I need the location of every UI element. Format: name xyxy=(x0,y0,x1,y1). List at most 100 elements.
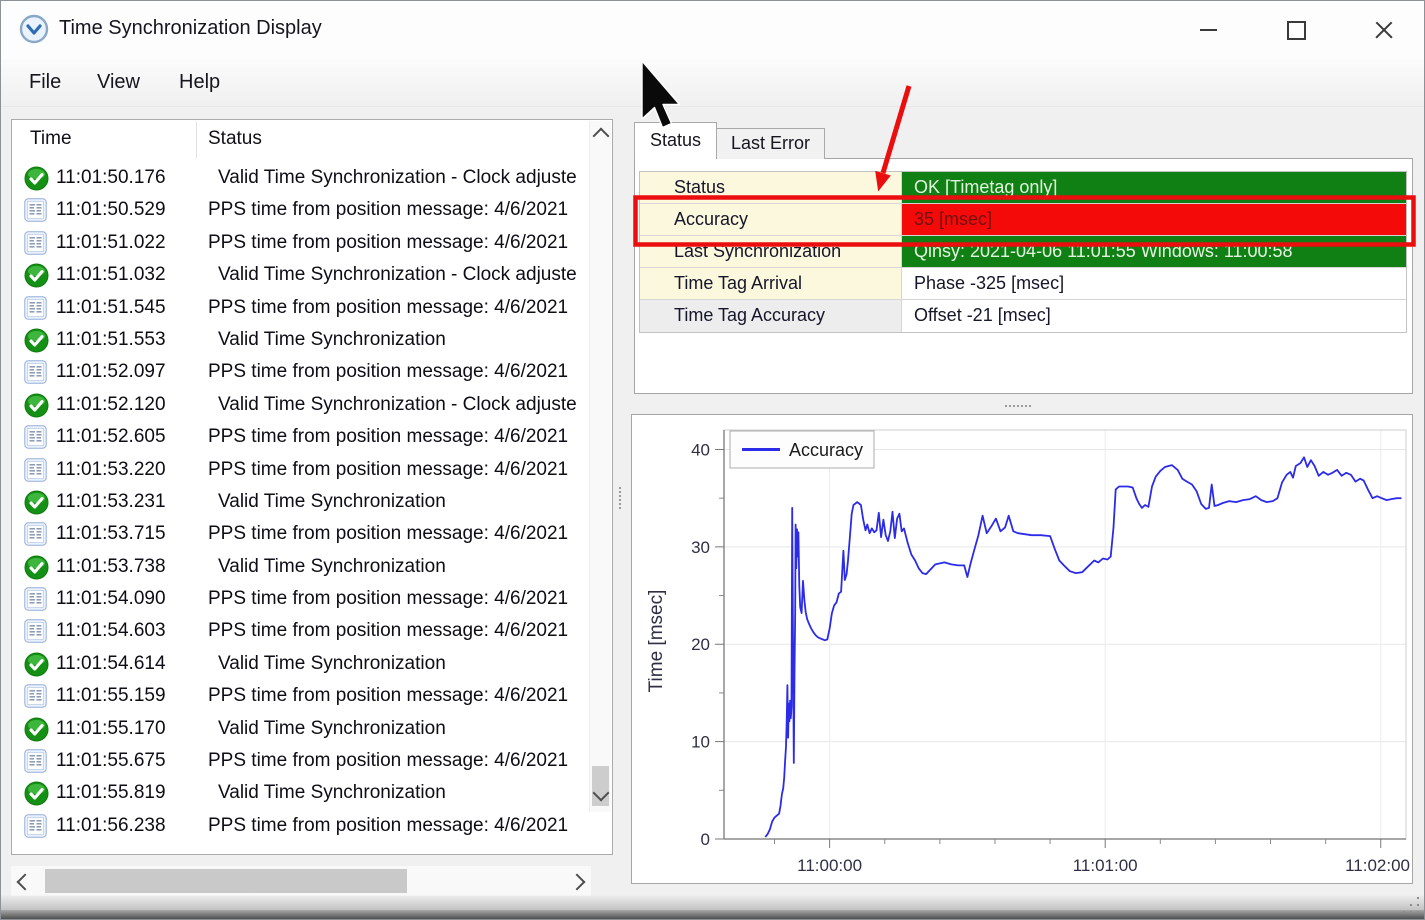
log-row[interactable]: 11:01:54.090 PPS time from position messa… xyxy=(12,583,590,615)
log-time: 11:01:53.220 xyxy=(56,458,166,480)
log-time: 11:01:51.553 xyxy=(56,328,166,350)
status-table-row: Time Tag Arrival Phase -325 [msec] xyxy=(640,268,1406,300)
maximize-icon xyxy=(1286,20,1306,40)
status-row-value: Qinsy: 2021-04-06 11:01:55 Windows: 11:0… xyxy=(902,236,1406,267)
log-row[interactable]: 11:01:55.675 PPS time from position messa… xyxy=(12,745,590,777)
log-row[interactable]: 11:01:55.159 PPS time from position messa… xyxy=(12,680,590,712)
status-tab-page: Status OK [Timetag only] Accuracy 35 [msec]… xyxy=(634,158,1413,394)
horizontal-splitter-grip[interactable] xyxy=(1005,405,1007,407)
log-status: PPS time from position message: 4/6/2021 xyxy=(208,523,569,545)
log-row[interactable]: 11:01:53.220 PPS time from position messa… xyxy=(12,454,590,486)
log-status: PPS time from position message: 4/6/2021 xyxy=(208,814,569,836)
y-axis-title: Time [msec] xyxy=(646,590,667,693)
minimize-button[interactable] xyxy=(1183,10,1233,50)
log-row[interactable]: 11:01:52.605 PPS time from position messa… xyxy=(12,421,590,453)
log-row[interactable]: 11:01:52.120 Valid Time Synchronization -… xyxy=(12,389,590,421)
log-row[interactable]: 11:01:53.231 Valid Time Synchronization xyxy=(12,486,590,518)
status-row-label: Accuracy xyxy=(640,204,902,235)
y-tick-label: 30 xyxy=(691,538,710,557)
chevron-up-icon xyxy=(592,127,610,145)
log-status: PPS time from position message: 4/6/2021 xyxy=(208,620,569,642)
status-row-value: Offset -21 [msec] xyxy=(902,300,1406,332)
scroll-up-button[interactable] xyxy=(592,127,610,147)
log-row[interactable]: 11:01:54.614 Valid Time Synchronization xyxy=(12,648,590,680)
status-row-value: Phase -325 [msec] xyxy=(902,268,1406,299)
log-row[interactable]: 11:01:50.176 Valid Time Synchronization -… xyxy=(12,162,590,194)
vertical-splitter-grip[interactable] xyxy=(619,487,621,489)
horizontal-scrollbar[interactable] xyxy=(11,866,591,896)
log-status: Valid Time Synchronization - Clock adjus… xyxy=(218,393,577,415)
log-time: 11:01:55.159 xyxy=(56,685,166,707)
resize-grip[interactable] xyxy=(1403,911,1405,913)
log-status: PPS time from position message: 4/6/2021 xyxy=(208,361,569,383)
log-row[interactable]: 11:01:51.545 PPS time from position messa… xyxy=(12,292,590,324)
status-table-row: Accuracy 35 [msec] xyxy=(640,204,1406,236)
log-row[interactable]: 11:01:56.238 PPS time from position messa… xyxy=(12,810,590,842)
log-list: Time Status 11:01:50.176 Valid Time Synch… xyxy=(11,119,613,855)
column-header-status[interactable]: Status xyxy=(208,128,262,150)
log-row[interactable]: 11:01:54.603 PPS time from position messa… xyxy=(12,615,590,647)
check-icon xyxy=(24,555,49,580)
scroll-left-button[interactable] xyxy=(16,873,34,893)
status-table-row: Time Tag Accuracy Offset -21 [msec] xyxy=(640,300,1406,332)
maximize-button[interactable] xyxy=(1271,10,1321,50)
document-icon xyxy=(24,587,47,611)
log-row[interactable]: 11:01:55.170 Valid Time Synchronization xyxy=(12,713,590,745)
log-status: Valid Time Synchronization xyxy=(218,328,446,350)
accuracy-chart-panel: 11:00:00 11:01:00 11:02:00 0 10 20 30 40 Time [m… xyxy=(631,414,1413,884)
log-time: 11:01:54.614 xyxy=(56,652,166,674)
x-tick-label: 11:00:00 xyxy=(797,856,862,875)
log-row[interactable]: 11:01:51.553 Valid Time Synchronization xyxy=(12,324,590,356)
menu-item-file[interactable]: File xyxy=(21,59,69,106)
log-row[interactable]: 11:01:53.715 PPS time from position messa… xyxy=(12,518,590,550)
log-row[interactable]: 11:01:53.738 Valid Time Synchronization xyxy=(12,551,590,583)
log-rows: 11:01:50.176 Valid Time Synchronization -… xyxy=(12,162,590,854)
log-status: Valid Time Synchronization xyxy=(218,717,446,739)
chevron-right-icon xyxy=(568,873,586,891)
document-icon xyxy=(24,295,47,320)
log-row[interactable]: 11:01:51.022 PPS time from position messa… xyxy=(12,227,590,259)
log-time: 11:01:51.545 xyxy=(56,296,166,318)
log-status: PPS time from position message: 4/6/2021 xyxy=(208,231,569,253)
scroll-right-button[interactable] xyxy=(568,873,586,893)
log-status: PPS time from position message: 4/6/2021 xyxy=(208,685,569,707)
status-row-label: Status xyxy=(640,172,902,203)
scroll-down-button[interactable] xyxy=(592,784,610,804)
log-status: Valid Time Synchronization xyxy=(218,490,446,512)
status-tab-bar: Status Last Error xyxy=(634,122,826,159)
menu-bar: File View Help xyxy=(1,59,1424,107)
log-status: Valid Time Synchronization - Clock adjus… xyxy=(218,264,577,286)
check-icon xyxy=(24,166,49,191)
x-tick-label: 11:01:00 xyxy=(1073,856,1138,875)
log-time: 11:01:52.605 xyxy=(56,426,166,448)
log-time: 11:01:52.097 xyxy=(56,361,166,383)
y-tick-label: 40 xyxy=(691,440,710,459)
vertical-scrollbar[interactable] xyxy=(589,121,611,812)
column-header-time[interactable]: Time xyxy=(30,128,72,150)
chevron-left-icon xyxy=(16,873,34,891)
plot-border xyxy=(723,429,1407,840)
document-icon xyxy=(24,425,47,449)
close-button[interactable] xyxy=(1359,10,1409,50)
log-row[interactable]: 11:01:51.032 Valid Time Synchronization -… xyxy=(12,259,590,291)
log-row[interactable]: 11:01:50.529 PPS time from position messa… xyxy=(12,194,590,226)
tab-status[interactable]: Status xyxy=(634,122,718,159)
x-tick-label: 11:02:00 xyxy=(1345,856,1410,875)
horizontal-scroll-thumb[interactable] xyxy=(45,869,407,893)
log-row[interactable]: 11:01:55.819 Valid Time Synchronization xyxy=(12,777,590,809)
y-tick-label: 20 xyxy=(691,635,710,654)
check-icon xyxy=(24,781,49,806)
clock-chevron-icon xyxy=(19,14,49,44)
tab-last-error[interactable]: Last Error xyxy=(717,128,826,159)
menu-item-view[interactable]: View xyxy=(89,59,148,106)
check-icon xyxy=(24,717,49,742)
document-icon xyxy=(24,360,47,385)
log-row[interactable]: 11:01:52.097 PPS time from position messa… xyxy=(12,356,590,388)
log-time: 11:01:53.738 xyxy=(56,555,166,577)
column-separator[interactable] xyxy=(196,122,197,158)
window-bottom-edge xyxy=(1,910,1424,919)
log-status: PPS time from position message: 4/6/2021 xyxy=(208,458,569,480)
menu-item-help[interactable]: Help xyxy=(171,59,228,106)
status-table-row: Last Synchronization Qinsy: 2021-04-06 11… xyxy=(640,236,1406,268)
log-status: Valid Time Synchronization xyxy=(218,652,446,674)
